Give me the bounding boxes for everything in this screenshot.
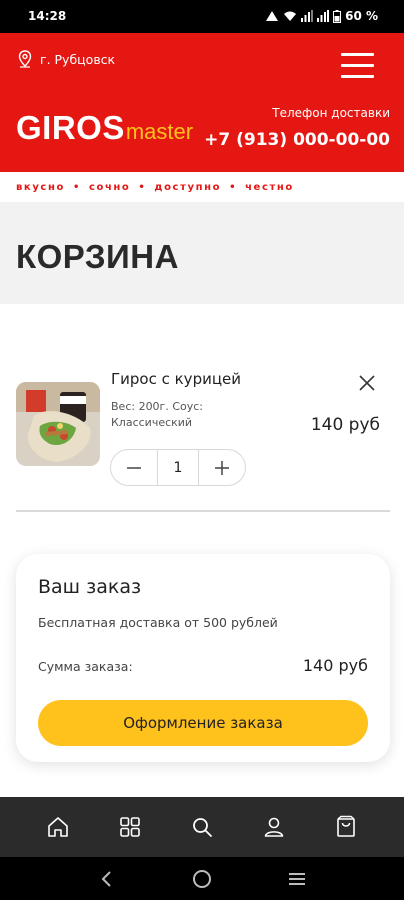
site-header: г. Рубцовск GIROS master Телефон доставк… xyxy=(0,33,404,172)
profile-icon xyxy=(264,817,284,837)
nav-cart[interactable] xyxy=(331,812,361,842)
signal-icon xyxy=(301,10,314,22)
location-pin-icon xyxy=(18,50,32,68)
home-icon xyxy=(48,817,68,837)
slogan-item: честно xyxy=(245,181,294,193)
signal-2-icon xyxy=(317,10,330,22)
slogan-item: доступно xyxy=(154,181,222,193)
slogan-dot: • xyxy=(229,181,238,193)
city-label: г. Рубцовск xyxy=(40,51,116,67)
back-button[interactable] xyxy=(95,867,119,891)
delivery-note: Бесплатная доставка от 500 рублей xyxy=(38,615,278,630)
quantity-stepper: 1 xyxy=(110,449,246,486)
order-sum-label: Сумма заказа: xyxy=(38,659,133,674)
alert-icon xyxy=(266,11,279,21)
minus-icon xyxy=(127,466,141,469)
bottom-nav xyxy=(0,797,404,857)
menu-line-icon xyxy=(341,64,374,67)
recents-button[interactable] xyxy=(285,867,309,891)
system-nav xyxy=(0,857,404,900)
nav-catalog[interactable] xyxy=(115,812,145,842)
decrease-button[interactable] xyxy=(111,450,157,485)
slogan-item: сочно xyxy=(88,181,131,193)
close-icon xyxy=(359,375,375,391)
divider xyxy=(16,510,390,512)
product-price: 140 руб xyxy=(310,415,380,435)
city-selector[interactable]: г. Рубцовск xyxy=(18,50,115,68)
quantity-value[interactable]: 1 xyxy=(157,450,199,485)
search-icon xyxy=(193,818,212,837)
product-description: Вес: 200г. Соус: Классический xyxy=(111,400,204,429)
phone-label: Телефон доставки xyxy=(272,106,390,120)
cart-icon xyxy=(337,815,355,837)
increase-button[interactable] xyxy=(199,450,245,485)
recents-icon xyxy=(288,872,305,885)
logo-sub: master xyxy=(125,119,194,144)
order-title: Ваш заказ xyxy=(38,576,142,598)
status-time: 14:28 xyxy=(28,9,67,23)
page-title-block: КОРЗИНА xyxy=(0,202,404,304)
plus-icon xyxy=(215,460,229,475)
phone-link[interactable]: +7 (913) 000-00-00 xyxy=(204,130,390,150)
menu-line-icon xyxy=(341,75,374,78)
home-circle-icon xyxy=(192,869,211,888)
logo-main: GIROS xyxy=(16,109,125,146)
product-image[interactable] xyxy=(16,382,100,466)
cart-item: Гирос с курицей Вес: 200г. Соус: Классич… xyxy=(16,366,388,496)
nav-home[interactable] xyxy=(43,812,73,842)
nav-profile[interactable] xyxy=(259,812,289,842)
slogan-dot: • xyxy=(72,181,81,193)
nav-search[interactable] xyxy=(187,812,217,842)
order-sum-value: 140 руб xyxy=(302,656,368,675)
slogan-item: вкусно xyxy=(16,181,65,193)
product-name[interactable]: Гирос с курицей xyxy=(111,370,241,388)
status-bar: 14:28 60 % xyxy=(0,0,404,33)
brand-logo[interactable]: GIROS master xyxy=(16,109,193,147)
menu-line-icon xyxy=(341,53,374,56)
battery-icon xyxy=(333,9,342,23)
wifi-icon xyxy=(284,11,297,21)
remove-item-button[interactable] xyxy=(358,374,376,392)
slogan-bar: вкусно • сочно • доступно • честно xyxy=(0,172,404,202)
slogan-dot: • xyxy=(138,181,147,193)
battery-level: 60 % xyxy=(345,9,378,23)
menu-button[interactable] xyxy=(341,53,374,79)
home-system-button[interactable] xyxy=(190,867,214,891)
order-summary: Ваш заказ Бесплатная доставка от 500 руб… xyxy=(16,554,390,762)
checkout-button[interactable]: Оформление заказа xyxy=(38,700,368,746)
catalog-icon xyxy=(120,817,140,837)
status-icons: 60 % xyxy=(265,9,378,23)
back-chevron-icon xyxy=(101,870,112,887)
page-title: КОРЗИНА xyxy=(16,238,179,275)
